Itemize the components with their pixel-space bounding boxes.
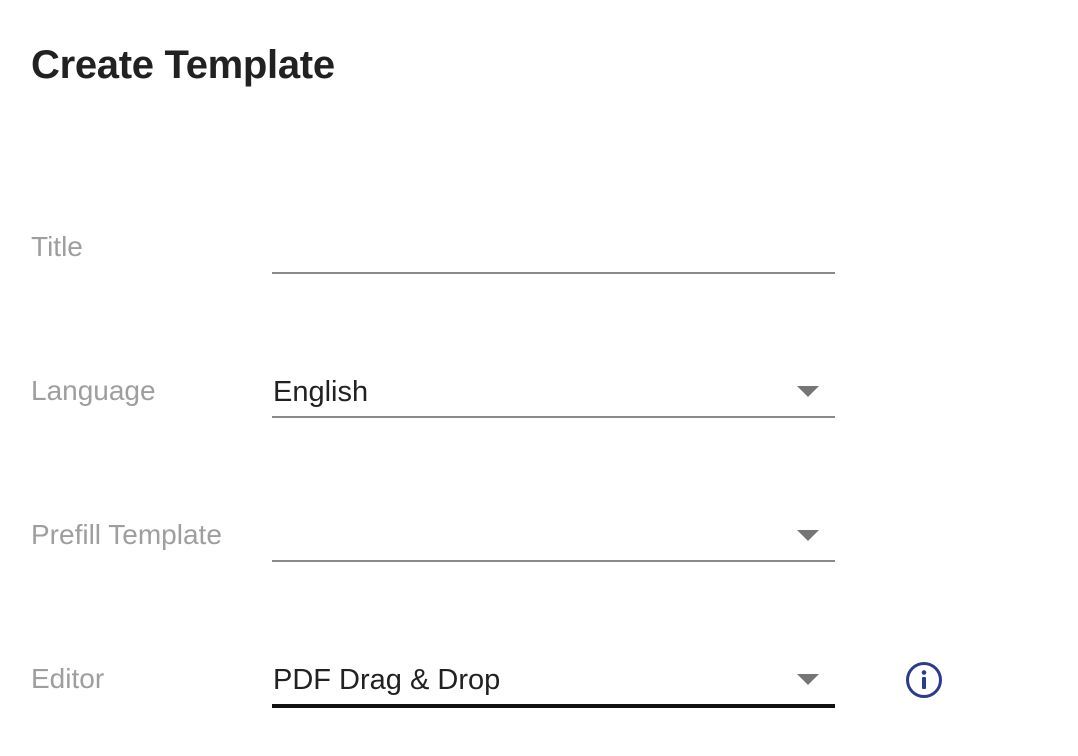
chevron-down-icon [797,386,819,397]
title-field-row: Title [0,222,1078,302]
editor-select[interactable]: PDF Drag & Drop [272,658,835,708]
title-input[interactable] [272,230,832,266]
info-icon[interactable] [905,661,943,699]
editor-field-label: Editor [31,663,105,694]
chevron-down-icon [797,530,819,541]
title-field-label: Title [31,231,83,262]
prefill-template-field-label: Prefill Template [31,519,222,550]
editor-select-value: PDF Drag & Drop [273,664,501,696]
language-field-label: Language [31,375,156,406]
prefill-template-select[interactable] [272,514,835,562]
language-field-row: Language English [0,366,1078,446]
title-field-container [272,226,835,274]
language-select[interactable]: English [272,370,835,418]
chevron-down-icon [797,674,819,685]
page-title: Create Template [31,43,335,87]
language-select-value: English [273,376,369,408]
prefill-template-field-row: Prefill Template [0,510,1078,590]
